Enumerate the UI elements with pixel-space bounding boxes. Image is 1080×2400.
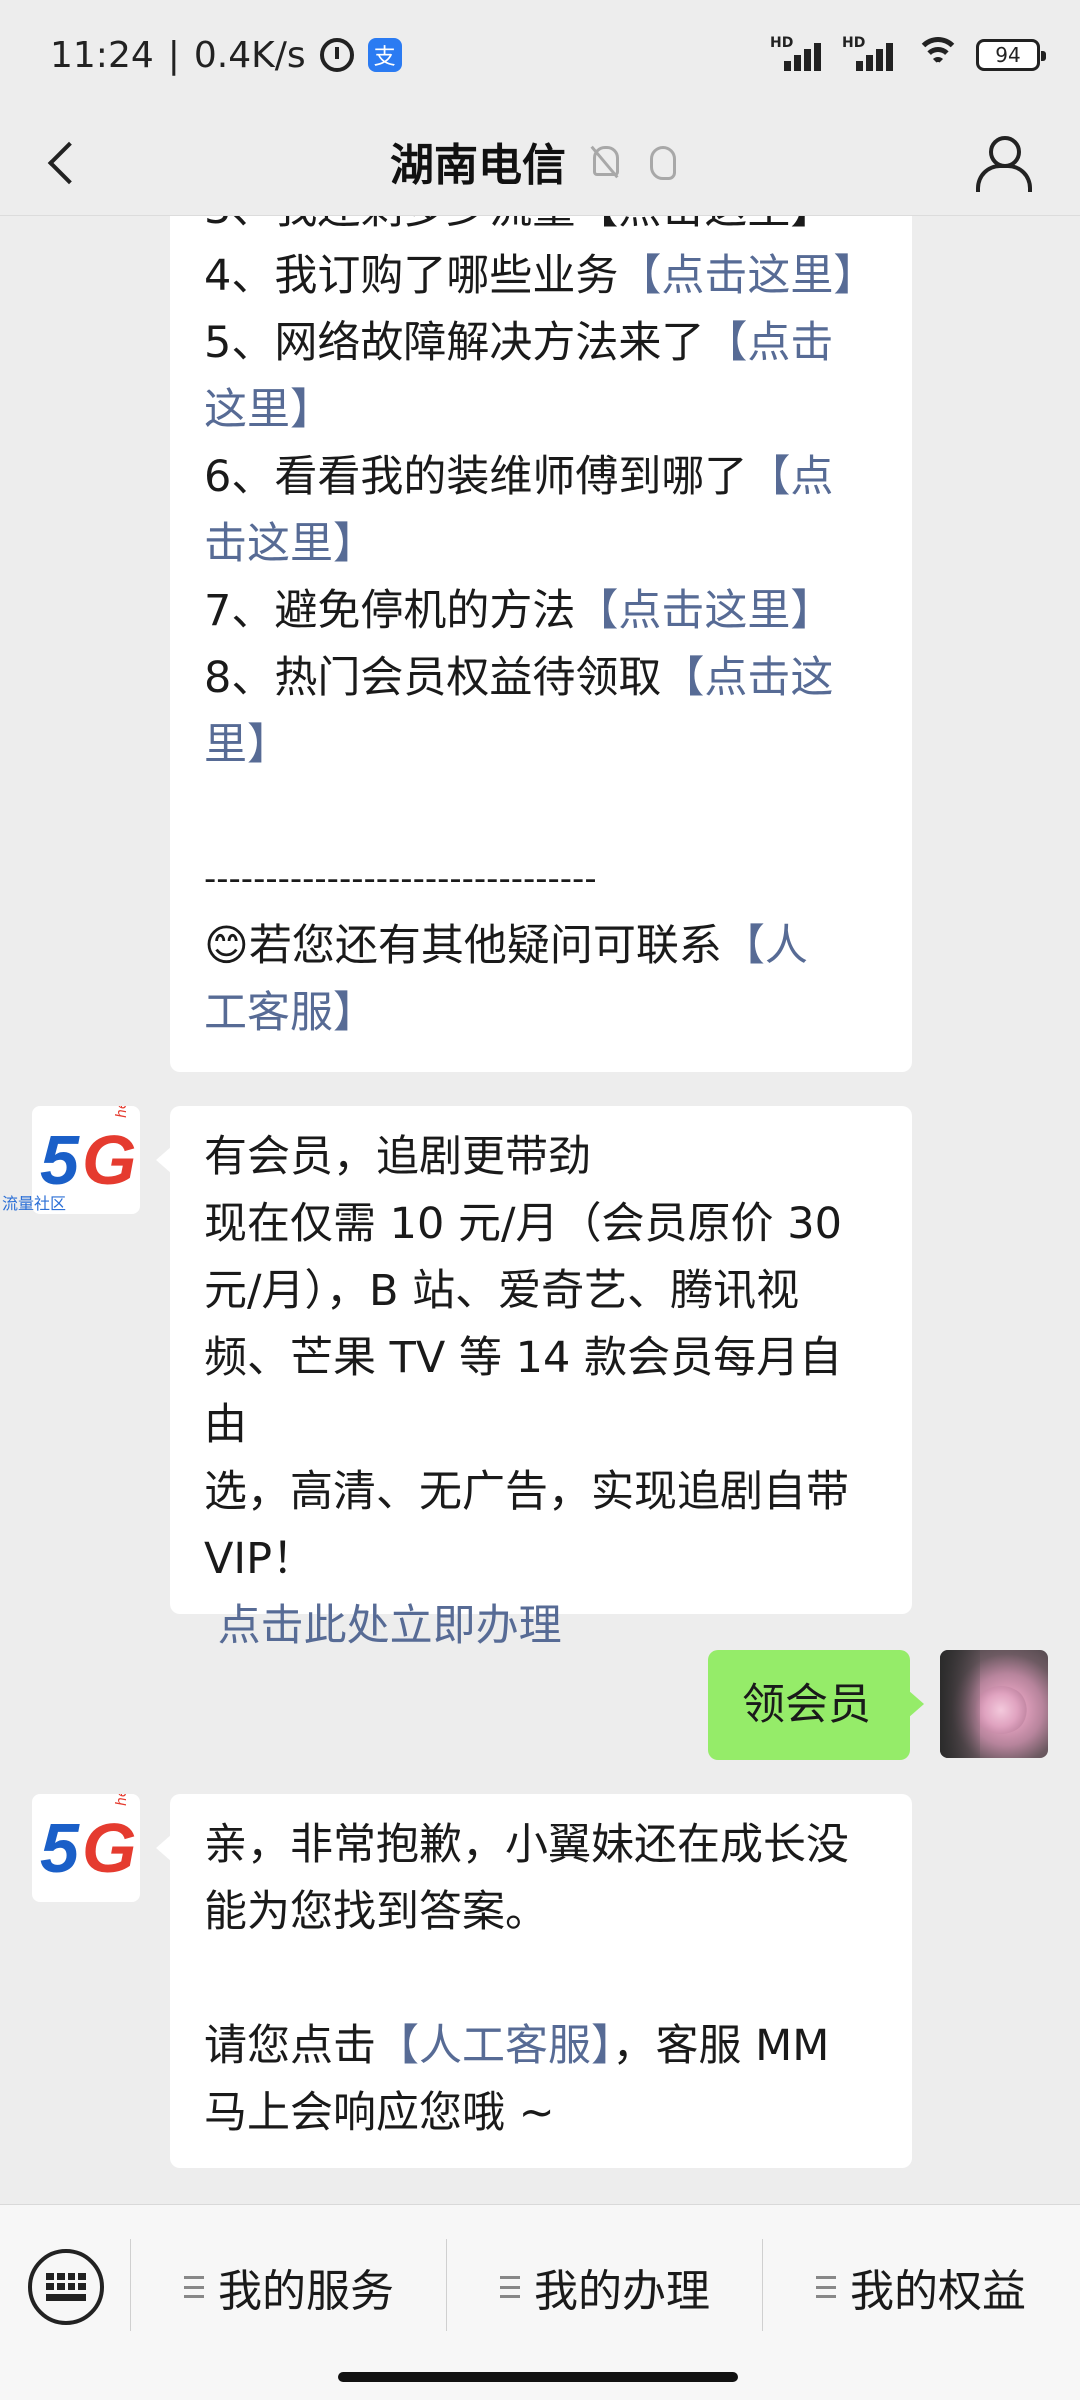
menu-line-8b: 里】 [204,712,878,779]
status-time: 11:24 [50,34,154,76]
reply-line-3: 请您点击【人工客服】，客服 MM [204,2013,878,2080]
menu-line-5b: 这里】 [204,377,878,444]
chat-title: 湖南电信 [390,140,566,191]
menu-lines-icon [500,2276,520,2298]
menu-item-my-benefits[interactable]: 我的权益 [816,2257,1026,2317]
service-menu-bar: 我的服务 我的办理 我的权益 [0,2204,1080,2400]
promo-line-1: 有会员，追剧更带劲 [204,1132,591,1182]
menu-line-3[interactable]: 3、我还剩多少流量【点击这里】 [204,216,878,243]
promo-line-6: VIP！ [204,1534,316,1584]
chat-messages[interactable]: 3、我还剩多少流量【点击这里】 4、我订购了哪些业务【点击这里】 5、网络故障解… [0,216,1080,2204]
menu-divider [446,2239,447,2331]
menu-item-my-transactions[interactable]: 我的办理 [500,2257,710,2317]
menu-item-8-link[interactable]: 【点击这 [661,653,833,703]
reply-line-3-prefix: 请您点击 [204,2021,376,2071]
signal-hd-label-2: HD [842,35,866,51]
wifi-icon [914,35,962,75]
status-separator: | [167,34,180,76]
user-message-text: 领会员 [742,1680,871,1730]
menu-line-8: 8、热门会员权益待领取【点击这 [204,645,878,712]
menu-item-7-link[interactable]: 【点击这里】 [575,586,833,636]
menu-line-6: 6、看看我的装维师傅到哪了【点 [204,444,878,511]
menu-message-bubble: 3、我还剩多少流量【点击这里】 4、我订购了哪些业务【点击这里】 5、网络故障解… [170,216,912,1072]
network-speed: 0.4K/s [193,34,306,76]
menu-item-label: 我的权益 [850,2266,1026,2317]
divider-line: -------------------------------- [204,859,597,899]
promo-line-2: 现在仅需 10 元/月（会员原价 30 [204,1199,842,1249]
reply-line-3-suffix: ，客服 MM [612,2021,830,2071]
menu-lines-icon [816,2276,836,2298]
menu-line-4: 4、我订购了哪些业务【点击这里】 [204,243,878,310]
promo-line-4: 频、芒果 TV 等 14 款会员每月自由 [204,1333,843,1450]
menu-item-4-link[interactable]: 【点击这里】 [618,251,876,301]
alarm-icon [319,38,354,72]
menu-item-label: 我的服务 [218,2266,394,2317]
reply-line-4: 马上会响应您哦 ~ [204,2088,555,2138]
sender-avatar-2[interactable]: 5 G hello [32,1794,140,1902]
contact-line-b: 工客服】 [204,980,878,1047]
menu-item-8-text: 8、热门会员权益待领取 [204,653,662,703]
human-service-link-2[interactable]: 【人工客服】 [376,2021,613,2071]
menu-item-6-link-cont[interactable]: 击这里】 [204,519,376,569]
menu-line-6b: 击这里】 [204,511,878,578]
menu-item-my-service[interactable]: 我的服务 [184,2257,394,2317]
promo-line-5: 选，高清、无广告，实现追剧自带 [204,1467,849,1517]
reply-line-2: 能为您找到答案。 [204,1887,548,1937]
status-left: 11:24 | 0.4K/s 支 [50,30,402,80]
human-service-link-cont[interactable]: 工客服】 [204,988,376,1038]
menu-item-5-text: 5、网络故障解决方法来了 [204,318,705,368]
menu-item-6-text: 6、看看我的装维师傅到哪了 [204,452,748,502]
menu-item-8-link-cont[interactable]: 里】 [204,720,290,770]
chat-header: 湖南电信 [0,108,1080,216]
promo-line-3: 元/月），B 站、爱奇艺、腾讯视 [204,1266,800,1316]
status-right: HD HD 94 [770,30,1046,80]
ear-icon [644,144,678,180]
human-service-link[interactable]: 【人 [722,921,808,971]
smile-emoji-icon: 😊 [204,921,249,971]
menu-item-5-link[interactable]: 【点击 [704,318,833,368]
back-icon[interactable] [40,138,90,188]
menu-line-5: 5、网络故障解决方法来了【点击 [204,310,878,377]
user-message-bubble: 领会员 [708,1650,924,1760]
menu-item-6-link[interactable]: 【点 [747,452,833,502]
contact-text: 若您还有其他疑问可联系 [248,921,722,971]
alipay-notification-icon: 支 [367,38,402,72]
reply-message-bubble: 亲，非常抱歉，小翼妹还在成长没 能为您找到答案。 请您点击【人工客服】，客服 M… [156,1794,912,2168]
sender-label: 流量社区 [2,1194,67,1213]
home-indicator[interactable] [338,2372,738,2382]
mute-icon [588,144,622,178]
chat-title-wrap: 湖南电信 [390,126,678,196]
signal-icon: HD [770,35,828,75]
contact-line: 😊若您还有其他疑问可联系【人 [204,913,878,980]
reply-line-1: 亲，非常抱歉，小翼妹还在成长没 [204,1820,849,1870]
user-avatar[interactable] [940,1650,1048,1758]
profile-icon[interactable] [974,132,1032,192]
menu-item-7-text: 7、避免停机的方法 [204,586,576,636]
menu-divider [762,2239,763,2331]
keyboard-icon[interactable] [28,2249,104,2325]
menu-item-label: 我的办理 [534,2266,710,2317]
menu-item-4-text: 4、我订购了哪些业务 [204,251,619,301]
menu-item-5-link-cont[interactable]: 这里】 [204,385,333,435]
menu-divider [130,2239,131,2331]
signal-hd-label: HD [770,35,794,51]
status-bar: 11:24 | 0.4K/s 支 HD HD 94 [0,0,1080,108]
battery-icon: 94 [976,39,1046,71]
signal-icon-2: HD [842,35,900,75]
menu-line-3-text: 3、我还剩多少流量【点击这里】 [204,216,833,234]
menu-lines-icon [184,2276,204,2298]
menu-line-7: 7、避免停机的方法【点击这里】 [204,578,878,645]
promo-message-bubble: 有会员，追剧更带劲 现在仅需 10 元/月（会员原价 30 元/月），B 站、爱… [156,1106,912,1651]
